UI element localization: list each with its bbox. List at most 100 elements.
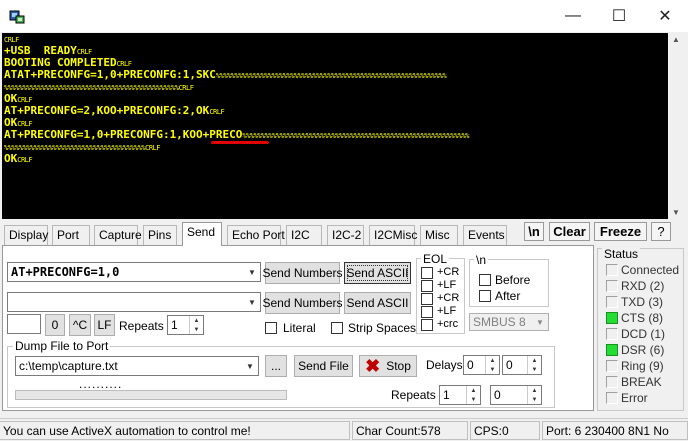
terminal-line-text: AT+PRECONFG=1,0+PRECONFG:1,KOO+PRECO	[4, 128, 243, 141]
status-led	[606, 312, 618, 324]
status-led	[606, 264, 618, 276]
spin-down-icon[interactable]: ▼	[466, 395, 480, 404]
scroll-down-icon[interactable]: ▼	[672, 208, 680, 217]
stop-label: Stop	[386, 359, 411, 373]
eol-option-label: +CR	[437, 266, 460, 278]
minimize-icon: —	[565, 7, 581, 24]
chevron-down-icon[interactable]: ▼	[244, 263, 260, 281]
after-label: After	[495, 289, 521, 303]
chevron-down-icon[interactable]: ▼	[242, 357, 258, 375]
smbus-select[interactable]: SMBUS 8 ▼	[469, 313, 549, 331]
tab-misc[interactable]: Misc	[420, 225, 458, 245]
spin-up-icon[interactable]: ▲	[527, 356, 541, 365]
spin-down-icon[interactable]: ▼	[189, 325, 203, 334]
repeats-spinner[interactable]: ▲ ▼	[189, 316, 203, 334]
minimize-button[interactable]: —	[550, 0, 596, 32]
clear-button[interactable]: Clear	[549, 222, 590, 241]
tab-port[interactable]: Port	[52, 225, 90, 245]
spin-up-icon[interactable]: ▲	[466, 386, 480, 395]
dump-repeats-2-spinner[interactable]: ▲ ▼	[527, 386, 541, 404]
status-led	[606, 360, 618, 372]
literal-label: Literal	[283, 321, 316, 335]
send-input-2[interactable]: ▼	[7, 292, 261, 312]
numeric-input[interactable]	[7, 314, 41, 334]
send-ascii-button-1[interactable]: Send ASCII	[344, 262, 411, 284]
chevron-down-icon[interactable]: ▼	[244, 293, 260, 311]
terminal-line: CRLF	[2, 33, 668, 45]
status-led	[606, 376, 618, 388]
spin-down-icon[interactable]: ▼	[527, 395, 541, 404]
terminal-line: AT+PRECONFG=2,KOO+PRECONFG:2,OKCRLF	[2, 105, 668, 117]
eol-checkbox[interactable]	[421, 306, 433, 318]
chevron-down-icon[interactable]: ▼	[532, 314, 548, 330]
literal-checkbox[interactable]	[265, 322, 277, 334]
spin-down-icon[interactable]: ▼	[527, 365, 541, 374]
tab-i2c[interactable]: I2C	[286, 225, 322, 245]
status-label: BREAK	[621, 375, 662, 389]
tab-echo-port[interactable]: Echo Port	[227, 225, 285, 245]
status-title: Status	[602, 247, 641, 261]
freeze-button[interactable]: Freeze	[594, 222, 647, 241]
terminal-scrollbar[interactable]: ▲ ▼	[668, 33, 686, 219]
tab-capture[interactable]: Capture	[94, 225, 142, 245]
status-led	[606, 280, 618, 292]
delay-2-value: 0	[506, 358, 513, 372]
tab-i2c-2[interactable]: I2C-2	[327, 225, 364, 245]
repeats-label: Repeats	[119, 319, 164, 333]
after-checkbox[interactable]	[479, 290, 491, 302]
tab-display[interactable]: Display	[4, 225, 48, 245]
maximize-button[interactable]: ☐	[596, 0, 642, 32]
tab-i2cmisc[interactable]: I2CMisc	[369, 225, 417, 245]
eol-checkbox[interactable]	[421, 319, 433, 331]
terminal-control-chars: %%%%%%%%%%%%%%%%%%%%%%%%%%%%%%%%%%%%%%%%…	[4, 84, 194, 92]
send-numbers-button-2[interactable]: Send Numbers	[262, 292, 343, 314]
stop-button[interactable]: ✖ Stop	[359, 355, 417, 377]
red-underline-annotation	[211, 141, 269, 144]
eol-option-label: +CR	[437, 292, 460, 304]
send-numbers-button-1[interactable]: Send Numbers	[262, 262, 343, 284]
status-label: RXD (2)	[621, 279, 665, 293]
send-ascii-button-2[interactable]: Send ASCII	[344, 292, 411, 314]
lf-button[interactable]: LF	[94, 314, 115, 336]
strip-spaces-checkbox[interactable]	[331, 322, 343, 334]
tab-pins[interactable]: Pins	[143, 225, 177, 245]
delay-1-spinner[interactable]: ▲ ▼	[485, 356, 499, 374]
tab-events[interactable]: Events	[463, 225, 507, 245]
send-zero-button[interactable]: 0	[45, 314, 65, 336]
spin-up-icon[interactable]: ▲	[485, 356, 499, 365]
status-label: Ring (9)	[621, 359, 664, 373]
newline-toggle-button[interactable]: \n	[524, 222, 544, 241]
status-label: Connected	[621, 263, 680, 277]
before-checkbox[interactable]	[479, 274, 491, 286]
status-led	[606, 296, 618, 308]
terminal-line: %%%%%%%%%%%%%%%%%%%%%%%%%%%%%%%%%%%%%%%%…	[2, 81, 668, 93]
spin-down-icon[interactable]: ▼	[485, 365, 499, 374]
send-file-button[interactable]: Send File	[294, 355, 353, 377]
strip-spaces-label: Strip Spaces	[348, 321, 417, 335]
send-input-1[interactable]: AT+PRECONFG=1,0 ▼	[7, 262, 261, 282]
scroll-up-icon[interactable]: ▲	[672, 35, 680, 44]
delay-2-spinner[interactable]: ▲ ▼	[527, 356, 541, 374]
ctrl-c-button[interactable]: ^C	[69, 314, 91, 336]
terminal-line: ATAT+PRECONFG=1,0+PRECONFG:1,SKC%%%%%%%%…	[2, 69, 668, 81]
status-label: TXD (3)	[621, 295, 663, 309]
dump-file-path[interactable]: c:\temp\capture.txt ▼	[15, 356, 259, 376]
tab-send[interactable]: Send	[182, 222, 222, 246]
port-info: Port: 6 230400 8N1 No	[542, 421, 688, 440]
title-bar: — ☐ ✕	[0, 0, 688, 32]
terminal-control-chars: CRLF	[17, 120, 33, 128]
close-button[interactable]: ✕	[642, 0, 688, 32]
terminal-output[interactable]: CRLF +USB READYCRLF BOOTING COMPLETEDCRLF A…	[2, 33, 668, 219]
eol-checkbox[interactable]	[421, 293, 433, 305]
char-count: Char Count:578	[352, 421, 468, 440]
eol-checkbox[interactable]	[421, 267, 433, 279]
dump-repeats-1-spinner[interactable]: ▲ ▼	[466, 386, 480, 404]
spin-up-icon[interactable]: ▲	[189, 316, 203, 325]
delays-label: Delays	[426, 358, 463, 372]
browse-button[interactable]: ...	[265, 355, 287, 377]
app-icon	[9, 10, 25, 24]
status-label: CTS (8)	[621, 311, 663, 325]
eol-checkbox[interactable]	[421, 280, 433, 292]
help-button[interactable]: ?	[651, 222, 671, 241]
spin-up-icon[interactable]: ▲	[527, 386, 541, 395]
